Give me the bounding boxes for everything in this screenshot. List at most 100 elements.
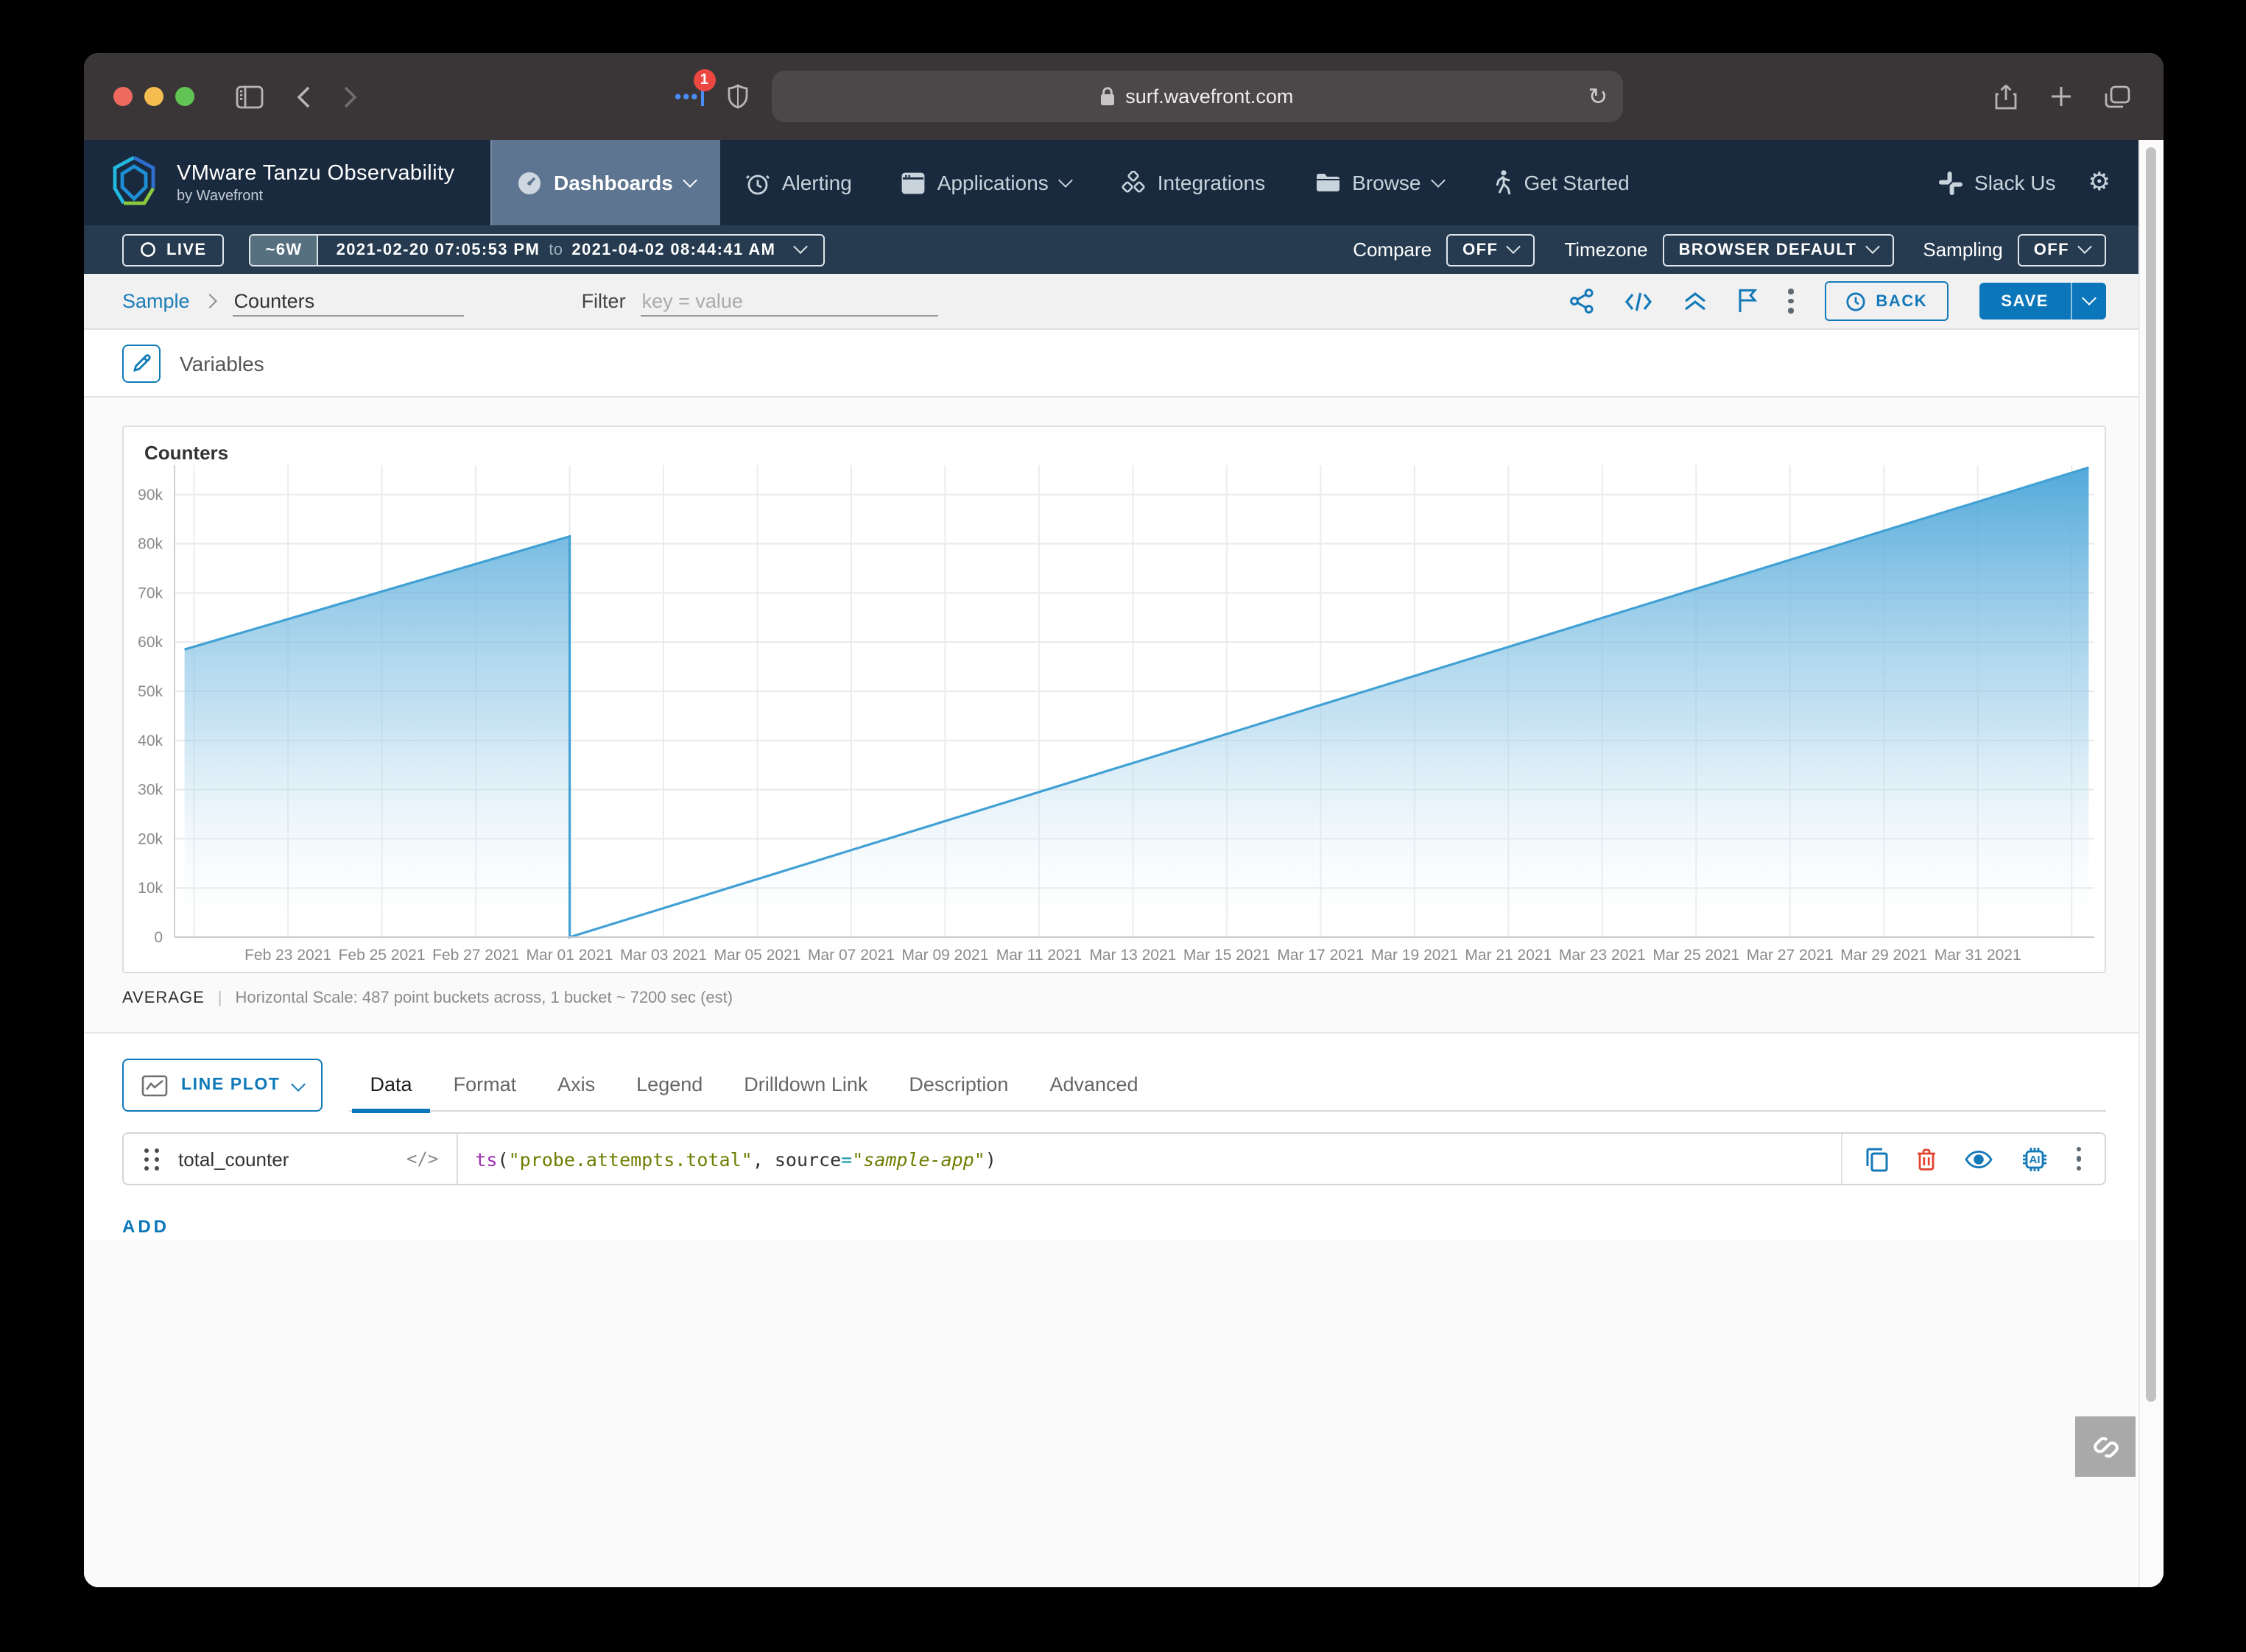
svg-text:Feb 27 2021: Feb 27 2021 (432, 947, 519, 964)
query-expression[interactable]: ts("probe.attempts.total", source="sampl… (457, 1148, 1840, 1170)
live-button[interactable]: LIVE (122, 233, 225, 266)
svg-text:Mar 19 2021: Mar 19 2021 (1371, 947, 1458, 964)
line-plot-icon (141, 1074, 168, 1096)
gauge-icon (517, 170, 542, 195)
time-range-control[interactable]: ~6W 2021-02-20 07:05:53 PM to 2021-04-02… (250, 233, 825, 266)
delete-query-icon[interactable] (1915, 1147, 1936, 1171)
page-scrollbar-track[interactable] (2138, 140, 2164, 1587)
tab-format[interactable]: Format (433, 1062, 538, 1110)
collapse-up-icon[interactable] (1683, 290, 1707, 312)
tab-advanced[interactable]: Advanced (1029, 1062, 1158, 1110)
visibility-eye-icon[interactable] (1964, 1149, 1992, 1168)
nav-item-alerting[interactable]: Alerting (720, 140, 877, 225)
svg-text:Mar 01 2021: Mar 01 2021 (527, 947, 613, 964)
query-row: total_counter </> ts("probe.attempts.tot… (122, 1132, 2106, 1185)
svg-text:Mar 03 2021: Mar 03 2021 (620, 947, 707, 964)
slack-us-button[interactable]: Slack Us (1937, 170, 2055, 195)
svg-text:20k: 20k (138, 830, 163, 847)
tab-description[interactable]: Description (888, 1062, 1029, 1110)
link-icon (2089, 1430, 2122, 1463)
edit-variables-button[interactable] (122, 344, 161, 382)
query-more-options-icon[interactable] (2076, 1147, 2081, 1171)
walking-person-icon (1493, 169, 1513, 196)
integrations-icon (1121, 170, 1146, 195)
compare-select[interactable]: OFF (1446, 233, 1535, 266)
flag-icon[interactable] (1738, 289, 1757, 314)
sampling-select[interactable]: OFF (2018, 233, 2106, 266)
extensions-icon[interactable]: ••• 1 (675, 85, 703, 107)
reload-icon[interactable]: ↻ (1588, 82, 1608, 111)
brand-title: VMware Tanzu Observability (177, 161, 454, 185)
query-name[interactable]: total_counter (178, 1148, 406, 1170)
tab-axis[interactable]: Axis (537, 1062, 616, 1110)
share-link-button[interactable] (2075, 1416, 2136, 1477)
timezone-select[interactable]: BROWSER DEFAULT (1663, 233, 1894, 266)
tab-legend[interactable]: Legend (616, 1062, 723, 1110)
chevron-down-icon (1431, 172, 1446, 187)
add-query-button[interactable]: ADD (122, 1216, 169, 1237)
new-tab-icon[interactable] (2050, 85, 2072, 107)
chart-panel[interactable]: 010k20k30k40k50k60k70k80k90kFeb 23 2021F… (122, 426, 2106, 973)
tab-drilldown-link[interactable]: Drilldown Link (723, 1062, 888, 1110)
extensions-badge: 1 (693, 69, 715, 91)
sidebar-toggle-icon[interactable] (236, 85, 264, 108)
url-bar[interactable]: surf.wavefront.com ↻ (771, 71, 1622, 122)
range-badge: ~6W (251, 235, 319, 264)
tab-overview-icon[interactable] (2105, 85, 2131, 108)
brand[interactable]: VMware Tanzu Observability by Wavefront (84, 140, 490, 225)
privacy-shield-icon[interactable] (727, 84, 747, 109)
clock-icon (1845, 291, 1865, 311)
code-icon[interactable] (1624, 291, 1652, 311)
back-icon[interactable] (296, 85, 311, 108)
svg-text:Mar 17 2021: Mar 17 2021 (1277, 947, 1364, 964)
svg-text:Mar 05 2021: Mar 05 2021 (714, 947, 801, 964)
svg-text:Mar 29 2021: Mar 29 2021 (1840, 947, 1927, 964)
compare-label: Compare (1353, 239, 1432, 261)
nav-item-get-started[interactable]: Get Started (1468, 140, 1655, 225)
svg-text:Mar 31 2021: Mar 31 2021 (1935, 947, 2021, 964)
sampling-label: Sampling (1923, 239, 2002, 261)
time-bar: LIVE ~6W 2021-02-20 07:05:53 PM to 2021-… (84, 225, 2164, 274)
nav-item-dashboards[interactable]: Dashboards (490, 140, 720, 225)
tab-data[interactable]: Data (350, 1062, 433, 1110)
breadcrumb-root-link[interactable]: Sample (122, 290, 190, 312)
drag-handle-icon[interactable] (144, 1148, 161, 1170)
slack-us-label: Slack Us (1974, 171, 2055, 194)
page-scrollbar-thumb[interactable] (2146, 147, 2156, 1402)
plot-type-selector[interactable]: LINE PLOT (122, 1059, 323, 1112)
traffic-lights[interactable] (113, 87, 194, 106)
app-window-icon (902, 172, 926, 194)
save-button[interactable]: SAVE (1979, 283, 2106, 320)
line-chart[interactable]: 010k20k30k40k50k60k70k80k90kFeb 23 2021F… (124, 427, 2108, 975)
query-actions: AI (1840, 1134, 2105, 1184)
forward-icon[interactable] (343, 85, 358, 108)
variables-row: Variables (84, 330, 2164, 398)
filter-input[interactable] (641, 286, 938, 316)
share-nodes-icon[interactable] (1570, 289, 1594, 314)
share-icon[interactable] (1994, 83, 2018, 110)
range-from: 2021-02-20 07:05:53 PM (337, 241, 541, 258)
minimize-window-button[interactable] (144, 87, 163, 106)
gear-icon[interactable]: ⚙ (2088, 168, 2111, 197)
chevron-down-icon (1058, 172, 1073, 187)
svg-text:Mar 21 2021: Mar 21 2021 (1465, 947, 1552, 964)
save-options-dropdown[interactable] (2071, 283, 2106, 320)
svg-text:Mar 09 2021: Mar 09 2021 (901, 947, 988, 964)
alarm-icon (745, 170, 770, 195)
svg-text:0: 0 (154, 929, 163, 946)
close-window-button[interactable] (113, 87, 133, 106)
nav-item-browse[interactable]: Browse (1290, 140, 1468, 225)
filter-label: Filter (582, 290, 626, 312)
lock-icon (1100, 87, 1115, 106)
clone-query-icon[interactable] (1865, 1146, 1887, 1171)
dashboard-name-input[interactable] (233, 286, 464, 316)
svg-text:30k: 30k (138, 782, 163, 799)
more-options-icon[interactable] (1788, 289, 1793, 314)
svg-text:Mar 23 2021: Mar 23 2021 (1559, 947, 1646, 964)
nav-item-applications[interactable]: Applications (877, 140, 1096, 225)
zoom-window-button[interactable] (175, 87, 194, 106)
nav-item-integrations[interactable]: Integrations (1096, 140, 1290, 225)
back-button[interactable]: BACK (1824, 281, 1948, 321)
ai-assist-icon[interactable]: AI (2020, 1145, 2048, 1173)
query-code-toggle-icon[interactable]: </> (406, 1148, 438, 1169)
